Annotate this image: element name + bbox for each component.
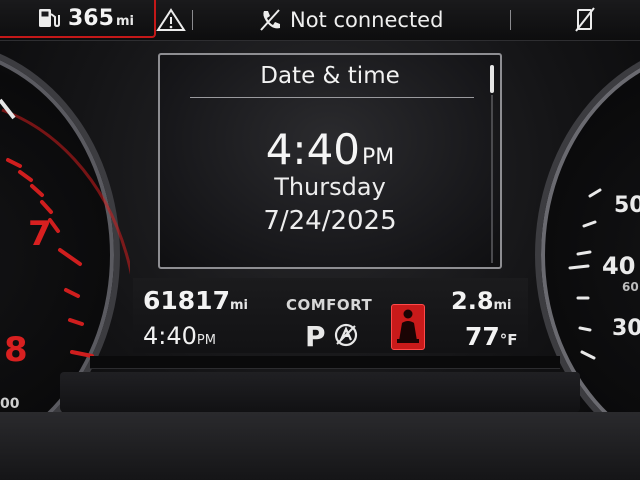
speed-label-40: 40: [602, 252, 636, 280]
screen-title: Date & time: [260, 63, 400, 89]
weekday-label: Thursday: [274, 173, 386, 201]
gear-indicator: P: [305, 320, 326, 353]
range-value: 365: [68, 5, 114, 31]
phone-status: Not connected: [258, 0, 443, 40]
auto-hold-icon: [334, 323, 358, 347]
media-unavailable-icon: [575, 7, 595, 32]
divider: [510, 10, 511, 30]
dash-trim: [60, 372, 580, 412]
clock-display: 4:40PM: [160, 125, 500, 174]
dash-trim: [90, 356, 560, 369]
temp-value: 77: [465, 322, 500, 351]
tach-label-8: 8: [4, 330, 28, 370]
temp-unit: °F: [499, 331, 518, 349]
media-status: [574, 0, 596, 40]
speed-label-30: 30: [612, 316, 640, 341]
strip-clock: 4:40PM: [143, 322, 216, 350]
divider: [192, 10, 193, 30]
scrollbar-thumb[interactable]: [490, 65, 494, 93]
fuel-range: 365 mi: [0, 0, 156, 38]
fuel-pump-icon: [39, 9, 60, 28]
date-time-screen: Date & time 4:40PM Thursday 7/24/2025: [158, 53, 502, 269]
date-label: 7/24/2025: [263, 206, 397, 236]
odometer-unit: mi: [229, 298, 248, 313]
dash-trim: [0, 412, 640, 480]
seatbelt-person-icon: [397, 309, 419, 343]
warning-segment: [156, 0, 186, 40]
instrument-cluster: 7 8 00 50 40 60 30 365 mi Not connected …: [0, 0, 640, 480]
clock-time: 4:40: [265, 125, 361, 174]
trip-unit: mi: [493, 298, 512, 313]
odometer: 61817mi: [143, 286, 248, 315]
warning-triangle-icon: [156, 8, 186, 31]
phone-disconnected-icon: [260, 9, 280, 31]
status-bar: 365 mi Not connected: [0, 0, 640, 41]
info-strip: 61817mi 4:40PM COMFORT P 2.8mi 77°F: [133, 278, 528, 353]
strip-clock-value: 4:40: [143, 322, 197, 350]
title-divider: [190, 97, 474, 98]
speed-label-60-kmh: 60: [622, 280, 639, 294]
clock-ampm: PM: [362, 145, 395, 170]
trip-value: 2.8: [451, 287, 494, 315]
seatbelt-warning: [391, 304, 425, 350]
connection-status: Not connected: [290, 8, 444, 32]
outside-temperature: 77°F: [465, 322, 518, 351]
odometer-value: 61817: [143, 286, 230, 315]
speed-label-50: 50: [614, 193, 640, 218]
range-unit: mi: [115, 13, 134, 29]
drive-mode-label: COMFORT: [286, 296, 373, 314]
strip-clock-ampm: PM: [196, 333, 216, 348]
tach-label-7: 7: [28, 214, 52, 254]
trip-distance: 2.8mi: [451, 287, 512, 315]
tach-label-partial: 00: [0, 396, 20, 412]
